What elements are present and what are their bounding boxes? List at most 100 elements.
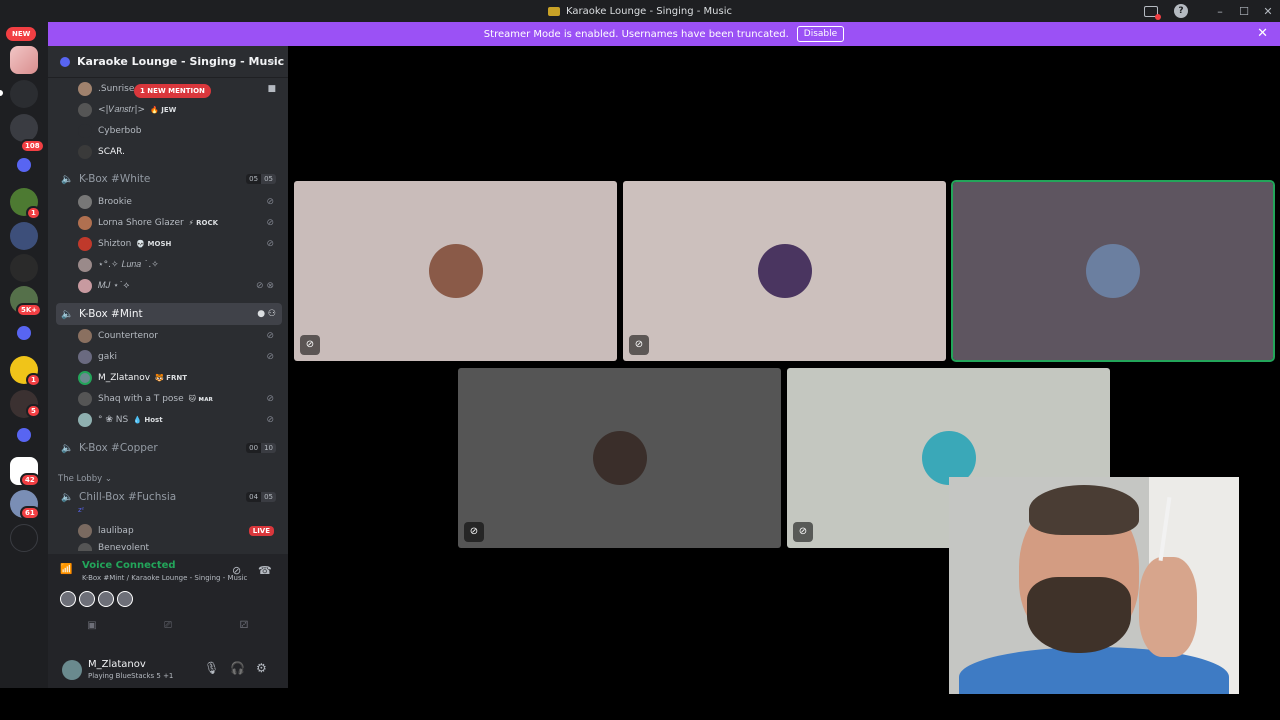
inbox-icon[interactable] <box>1144 5 1161 20</box>
voice-channel-fuchsia[interactable]: 🔈 Chill-Box #Fuchsia 04 05 <box>56 486 282 508</box>
voice-channel-mint[interactable]: 🔈 K-Box #Mint ● ⚇ <box>56 303 282 325</box>
voice-member[interactable]: 𝑀𝐽 ⋆˙⟡ ⊘ ⊗ <box>78 277 278 295</box>
avatar <box>758 244 812 298</box>
voice-member[interactable]: Shizton 💀 MOSH ⊘ <box>78 235 278 253</box>
server-icon-12[interactable] <box>10 524 38 552</box>
mention-badge: 1 <box>26 206 41 220</box>
chevron-down-icon[interactable]: ⌄ <box>268 55 276 66</box>
avatar <box>78 413 92 427</box>
voice-channel-white[interactable]: 🔈 K-Box #White 05 05 <box>56 168 282 190</box>
voice-member[interactable]: ⋆°.✧ 𝐿𝑢𝑛𝑎 ˙.✧ <box>78 256 278 274</box>
camera-toggle-icon[interactable]: ▣ <box>56 616 128 636</box>
server-icon-5[interactable] <box>10 222 38 250</box>
member-tag: 🐯 FRNT <box>155 374 187 382</box>
username[interactable]: M_Zlatanov <box>88 659 146 670</box>
count-limit: 10 <box>261 443 276 453</box>
mic-muted-icon: ⊘ <box>266 197 274 207</box>
category-lobby[interactable]: The Lobby ⌄ <box>58 474 112 484</box>
server-icon-2[interactable] <box>10 80 38 108</box>
settings-gear-icon[interactable]: ⚙ <box>256 661 267 675</box>
server-icon-1[interactable] <box>10 46 38 74</box>
avatar[interactable] <box>62 660 82 680</box>
avatar <box>78 216 92 230</box>
mic-muted-icon: ⊘ <box>793 522 813 542</box>
avatar <box>60 591 76 607</box>
avatar <box>78 124 92 138</box>
count-limit: 05 <box>261 492 276 502</box>
voice-member[interactable]: Lorna Shore Glazer ⚡ ROCK ⊘ <box>78 214 278 232</box>
mic-muted-icon: ⊘ <box>629 335 649 355</box>
voice-member[interactable]: gaki ⊘ <box>78 348 278 366</box>
voice-member[interactable]: laulibap LIVE <box>78 522 278 540</box>
voice-member[interactable]: M_Zlatanov 🐯 FRNT <box>78 369 278 387</box>
speaker-icon: 🔈 <box>61 442 74 454</box>
user-count: 05 05 <box>246 174 276 184</box>
close-button[interactable]: ✕ <box>1256 5 1280 18</box>
person-hand <box>1139 557 1197 657</box>
member-tag: ⚡ ROCK <box>188 219 219 227</box>
maximize-button[interactable]: ☐ <box>1232 5 1256 18</box>
user-count: 00 10 <box>246 443 276 453</box>
speaker-icon: 🔈 <box>61 491 74 503</box>
folder-icon[interactable] <box>17 158 31 172</box>
member-name: Shizton <box>98 239 132 249</box>
mention-badge: 5K+ <box>16 303 43 317</box>
folder-icon[interactable] <box>17 326 31 340</box>
avatar <box>593 431 647 485</box>
user-area: M_Zlatanov Playing BlueStacks 5 +1 🎙 🎧 ⚙ <box>48 650 288 688</box>
banner-close-icon[interactable]: ✕ <box>1257 26 1268 41</box>
channel-name: K-Box #White <box>79 173 151 185</box>
avatar <box>78 195 92 209</box>
new-badge[interactable]: NEW <box>6 27 37 41</box>
voice-member[interactable]: ° ❀ NS 💧 Host ⊘ <box>78 411 278 429</box>
voice-member[interactable]: SCAR. <box>78 143 278 161</box>
voice-member[interactable]: Cyberbob <box>78 122 278 140</box>
server-icon-6[interactable] <box>10 254 38 282</box>
count-current: 00 <box>246 443 262 453</box>
video-tile[interactable]: ⊘ <box>623 181 946 361</box>
headphones-icon[interactable]: 🎧 <box>230 661 245 675</box>
noise-suppression-icon[interactable]: ⊘ <box>232 564 241 577</box>
disconnect-icon[interactable]: ☎ <box>258 564 272 577</box>
mic-muted-icon: ⊘ <box>266 239 274 249</box>
voice-status[interactable]: Voice Connected <box>82 560 176 571</box>
voice-member[interactable]: Benevolent <box>78 543 278 551</box>
folder-icon[interactable] <box>17 428 31 442</box>
video-tile-speaking[interactable] <box>951 180 1275 362</box>
voice-member[interactable]: Countertenor ⊘ <box>78 327 278 345</box>
window-title: Karaoke Lounge - Singing - Music <box>566 5 732 17</box>
server-rail: NEW 108 1 5K+ 1 5 42 61 <box>0 22 48 688</box>
signal-icon[interactable]: 📶 <box>60 564 72 575</box>
help-icon[interactable]: ? <box>1174 4 1188 18</box>
member-name: Shaq with a T pose <box>98 394 184 404</box>
member-name: ⋆°.✧ 𝐿𝑢𝑛𝑎 ˙.✧ <box>98 260 159 270</box>
speaker-icon: 🔈 <box>61 173 74 185</box>
video-tile[interactable]: ⊘ <box>458 368 781 548</box>
minimize-button[interactable]: – <box>1208 5 1232 18</box>
voice-member[interactable]: Shaq with a T pose 🐱 ᴍᴀʀ ⊘ <box>78 390 278 408</box>
guild-name: Karaoke Lounge - Singing - Music <box>77 55 285 68</box>
server-icon-3[interactable] <box>10 114 38 142</box>
guild-header[interactable]: Karaoke Lounge - Singing - Music ⌄ <box>48 46 288 78</box>
member-name: SCAR. <box>98 147 125 157</box>
video-tile[interactable]: ⊘ <box>294 181 617 361</box>
voice-member[interactable]: <|𝑉𝑎𝑛𝑠𝑡𝑟|> 🔥 JEW <box>78 101 278 119</box>
person-beard <box>1027 577 1131 653</box>
voice-location[interactable]: K-Box #Mint / Karaoke Lounge - Singing -… <box>82 574 247 582</box>
mic-muted-icon: ⊘ <box>266 415 274 425</box>
activity-icon[interactable]: ⚂ <box>208 616 280 636</box>
microphone-icon[interactable]: 🎙 <box>204 661 219 675</box>
server-icon <box>548 6 560 16</box>
voice-member[interactable]: Brookie ⊘ <box>78 193 278 211</box>
voice-channel-copper[interactable]: 🔈 K-Box #Copper 00 10 <box>56 437 282 459</box>
participant-avatars <box>60 591 133 607</box>
title-bar: Karaoke Lounge - Singing - Music ? – ☐ ✕ <box>0 0 1280 22</box>
self-camera-preview[interactable] <box>949 477 1239 694</box>
mic-muted-icon: ⊘ <box>266 352 274 362</box>
disable-button[interactable]: Disable <box>796 26 845 42</box>
avatar <box>79 591 95 607</box>
channel-actions[interactable]: ● ⚇ <box>257 309 276 319</box>
count-limit: 05 <box>261 174 276 184</box>
screen-share-icon[interactable]: ⎚ <box>132 616 204 636</box>
new-mention-pill[interactable]: 1 NEW MENTION <box>134 84 211 98</box>
